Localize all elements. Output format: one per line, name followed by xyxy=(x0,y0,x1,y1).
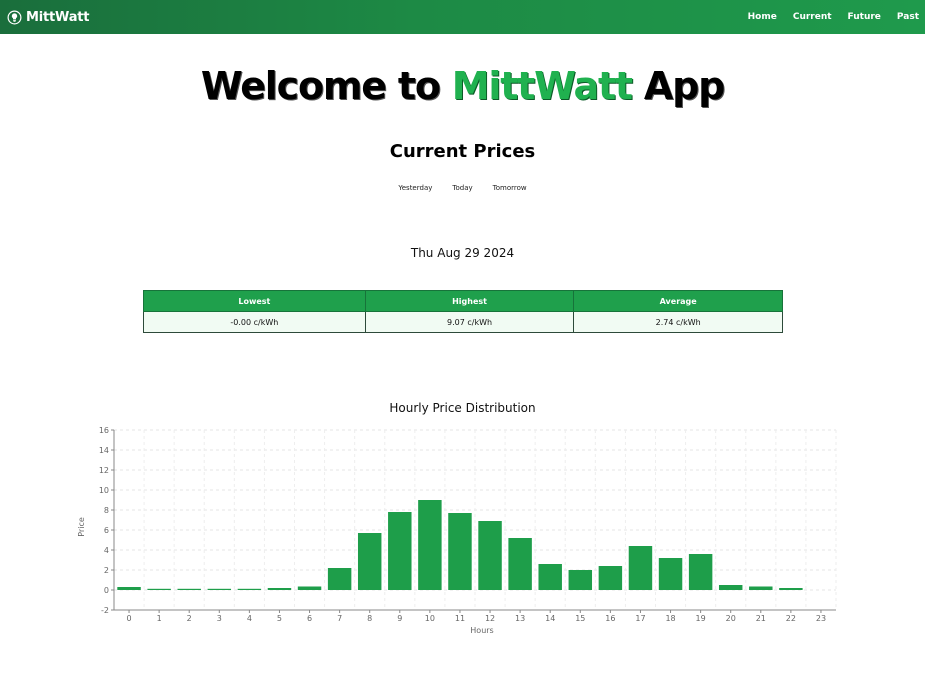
top-navbar: MittWatt Home Current Future Past xyxy=(0,0,925,34)
y-tick-label: 0 xyxy=(104,586,109,595)
bar xyxy=(779,588,803,590)
x-tick-label: 2 xyxy=(187,614,192,623)
selected-date: Thu Aug 29 2024 xyxy=(410,246,515,260)
x-tick-label: 1 xyxy=(157,614,162,623)
bar xyxy=(478,521,502,590)
page-title-suffix: App xyxy=(631,64,725,108)
bar xyxy=(538,564,562,590)
hourly-price-chart: -202468101214160 1 2 3 4 5 6 7 8 9 10 11 12 13 14 15 16 1… xyxy=(77,426,837,635)
bar xyxy=(177,588,201,590)
header-highest: Highest xyxy=(364,290,575,312)
bar xyxy=(628,546,653,590)
x-tick-label: 6 xyxy=(307,614,312,623)
nav-link-home[interactable]: Home xyxy=(748,12,777,22)
bar xyxy=(448,513,472,590)
bar xyxy=(658,558,683,590)
x-axis-label: Hours xyxy=(470,626,493,635)
x-tick-label: 4 xyxy=(247,614,252,623)
bar xyxy=(568,570,593,590)
chart-title: Hourly Price Distribution xyxy=(389,401,536,415)
x-tick-label: 13 xyxy=(515,614,525,623)
bar xyxy=(418,500,442,590)
bar xyxy=(147,588,171,590)
x-tick-label: 8 xyxy=(367,614,372,623)
x-tick-label: 3 xyxy=(217,614,222,623)
x-tick-label: 10 xyxy=(425,614,435,623)
x-tick-label: 21 xyxy=(756,614,766,623)
current-prices-heading: Current Prices xyxy=(389,141,536,162)
y-tick-label: 16 xyxy=(99,426,109,435)
x-tick-label: 12 xyxy=(485,614,495,623)
bar xyxy=(327,568,352,590)
bar xyxy=(237,588,262,590)
bar xyxy=(117,587,141,590)
bar xyxy=(688,554,713,590)
header-average: Average xyxy=(573,290,783,312)
table-header-row: Lowest Highest Average xyxy=(143,290,783,312)
y-tick-label: 10 xyxy=(99,486,109,495)
nav-link-future[interactable]: Future xyxy=(848,12,881,22)
y-tick-label: 14 xyxy=(99,446,109,455)
nav-link-past[interactable]: Past xyxy=(897,12,919,22)
x-tick-label: 7 xyxy=(337,614,342,623)
x-tick-label: 5 xyxy=(277,614,282,623)
x-tick-label: 14 xyxy=(545,614,555,623)
x-tick-label: 9 xyxy=(397,614,402,623)
y-tick-label: 12 xyxy=(99,466,109,475)
y-tick-label: 8 xyxy=(104,506,109,515)
y-axis-label: Price xyxy=(77,517,86,537)
value-lowest: -0.00 c/kWh xyxy=(143,311,366,333)
page-title-prefix: Welcome to xyxy=(200,64,452,108)
y-tick-label: 4 xyxy=(104,546,109,555)
x-tick-label: 11 xyxy=(455,614,465,623)
tab-today[interactable]: Today xyxy=(452,184,472,192)
brand-name: MittWatt xyxy=(26,9,90,25)
bar xyxy=(357,533,382,590)
bar xyxy=(388,512,412,590)
tab-yesterday[interactable]: Yesterday xyxy=(398,184,432,192)
lightbulb-logo-icon xyxy=(7,10,22,24)
page-title-brand: MittWatt xyxy=(451,64,633,108)
x-tick-label: 19 xyxy=(696,614,706,623)
bar xyxy=(508,538,532,590)
value-highest: 9.07 c/kWh xyxy=(364,311,575,333)
x-tick-label: 0 xyxy=(126,614,131,623)
y-tick-label: 2 xyxy=(104,566,109,575)
bar xyxy=(598,566,623,590)
y-tick-label: 6 xyxy=(104,526,109,535)
header-lowest: Lowest xyxy=(143,290,366,312)
nav-links: Home Current Future Past xyxy=(732,12,919,22)
brand[interactable]: MittWatt xyxy=(7,9,90,25)
value-average: 2.74 c/kWh xyxy=(573,311,783,333)
table-row: -0.00 c/kWh 9.07 c/kWh 2.74 c/kWh xyxy=(143,311,783,333)
x-tick-label: 17 xyxy=(635,614,645,623)
price-stats-table: Lowest Highest Average -0.00 c/kWh 9.07 … xyxy=(143,290,783,333)
nav-link-current[interactable]: Current xyxy=(793,12,832,22)
x-tick-label: 16 xyxy=(605,614,615,623)
x-tick-label: 15 xyxy=(575,614,585,623)
bar xyxy=(718,585,743,590)
tab-tomorrow[interactable]: Tomorrow xyxy=(493,184,527,192)
day-tabs: Yesterday Today Tomorrow xyxy=(0,184,925,192)
x-tick-label: 18 xyxy=(665,614,675,623)
x-tick-label: 22 xyxy=(786,614,796,623)
bar xyxy=(297,586,322,590)
x-tick-label: 20 xyxy=(726,614,736,623)
bar xyxy=(749,586,773,590)
y-tick-label: -2 xyxy=(101,606,109,615)
page-title: Welcome to MittWatt App xyxy=(0,64,925,108)
bar xyxy=(267,588,292,590)
x-tick-label: 23 xyxy=(816,614,826,623)
bar xyxy=(207,588,232,590)
